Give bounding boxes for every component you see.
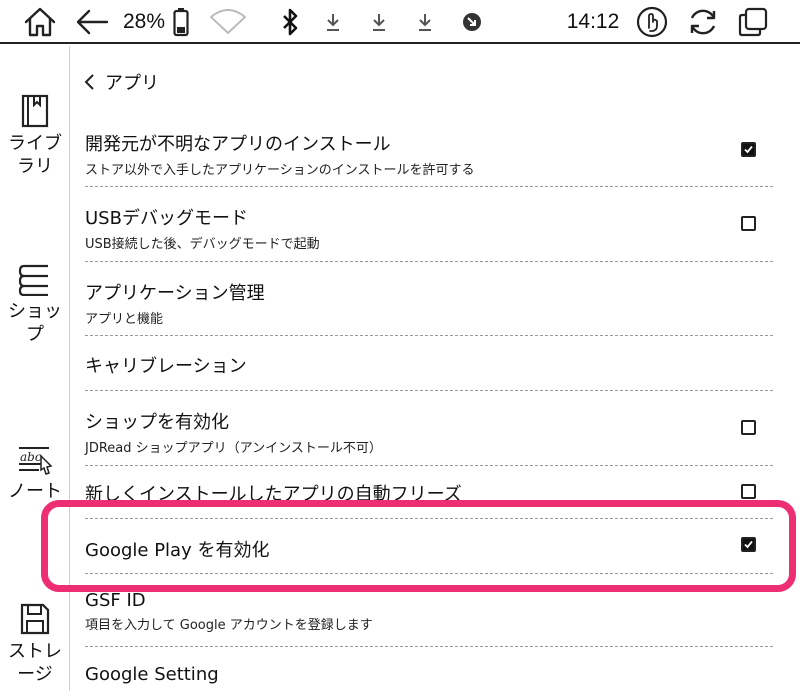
setting-title: USBデバッグモード xyxy=(85,208,248,229)
bluetooth-icon xyxy=(278,4,302,40)
setting-title: 開発元が不明なアプリのインストール xyxy=(85,134,391,155)
setting-gsf-id[interactable]: GSF ID 項目を入力して Google アカウントを登録します xyxy=(85,590,773,633)
battery-percent: 28% xyxy=(122,10,166,33)
setting-subtitle: アプリと機能 xyxy=(85,312,164,327)
divider xyxy=(85,335,773,336)
enable-shop-checkbox[interactable] xyxy=(741,420,756,435)
notification-icon xyxy=(460,4,484,40)
divider xyxy=(85,186,773,187)
highlight-frame xyxy=(41,500,796,592)
setting-title: キャリブレーション xyxy=(85,356,247,377)
setting-enable-shop[interactable]: ショップを有効化 JDRead ショップアプリ（アンインストール不可） xyxy=(85,408,773,456)
wifi-icon xyxy=(208,4,248,40)
setting-subtitle: USB接続した後、デバッグモードで起動 xyxy=(85,237,320,252)
divider xyxy=(85,390,773,391)
clock: 14:12 xyxy=(566,10,620,33)
sidebar-item-label: ショップ xyxy=(8,301,62,345)
sidebar-item-shop[interactable]: ショップ xyxy=(0,262,70,346)
setting-title: GSF ID xyxy=(85,590,146,611)
sidebar-item-storage[interactable]: ストレージ xyxy=(0,602,70,686)
setting-calibration[interactable]: キャリブレーション xyxy=(85,352,773,378)
battery-icon xyxy=(170,4,192,40)
status-bar: 28% 14:12 xyxy=(0,0,800,44)
back-arrow-icon[interactable] xyxy=(72,4,112,40)
shop-icon xyxy=(18,264,48,296)
setting-subtitle: ストア以外で入手したアプリケーションのインストールを許可する xyxy=(85,163,475,178)
setting-title: アプリケーション管理 xyxy=(85,283,265,304)
storage-icon xyxy=(20,603,50,635)
setting-google-setting[interactable]: Google Setting xyxy=(85,664,773,685)
note-icon: abc xyxy=(19,447,53,475)
settings-panel: アプリ 開発元が不明なアプリのインストール ストア以外で入手したアプリケーション… xyxy=(71,46,800,691)
book-icon xyxy=(21,94,49,128)
window-switch-icon[interactable] xyxy=(735,4,771,40)
sidebar-item-note[interactable]: abc ノート xyxy=(0,442,70,503)
setting-title: Google Setting xyxy=(85,664,219,685)
back-button[interactable]: アプリ xyxy=(83,68,159,96)
touch-icon[interactable] xyxy=(634,4,670,40)
chevron-left-icon xyxy=(84,74,94,90)
svg-text:abc: abc xyxy=(20,450,42,464)
download-icon xyxy=(322,4,344,40)
setting-usb-debug[interactable]: USBデバッグモード USB接続した後、デバッグモードで起動 xyxy=(85,204,773,252)
setting-title: ショップを有効化 xyxy=(85,412,229,433)
unknown-sources-checkbox[interactable] xyxy=(741,142,756,157)
setting-unknown-sources[interactable]: 開発元が不明なアプリのインストール ストア以外で入手したアプリケーションのインス… xyxy=(85,130,773,178)
sidebar-item-label: ライブラリ xyxy=(8,133,62,177)
divider xyxy=(85,646,773,647)
download-icon xyxy=(368,4,390,40)
setting-app-management[interactable]: アプリケーション管理 アプリと機能 xyxy=(85,279,773,327)
divider xyxy=(85,465,773,466)
usb-debug-checkbox[interactable] xyxy=(741,216,756,231)
sidebar-item-label: ストレージ xyxy=(8,641,62,685)
download-icon xyxy=(414,4,436,40)
home-icon[interactable] xyxy=(20,4,60,40)
page-title: アプリ xyxy=(105,73,159,94)
sidebar-item-library[interactable]: ライブラリ xyxy=(0,94,70,178)
setting-subtitle: 項目を入力して Google アカウントを登録します xyxy=(85,618,373,633)
refresh-icon[interactable] xyxy=(685,4,721,40)
setting-subtitle: JDRead ショップアプリ（アンインストール不可） xyxy=(85,441,382,456)
sidebar: ライブラリ ショップ abc ノート ストレージ xyxy=(0,46,70,691)
divider xyxy=(85,261,773,262)
auto-freeze-checkbox[interactable] xyxy=(741,484,756,499)
